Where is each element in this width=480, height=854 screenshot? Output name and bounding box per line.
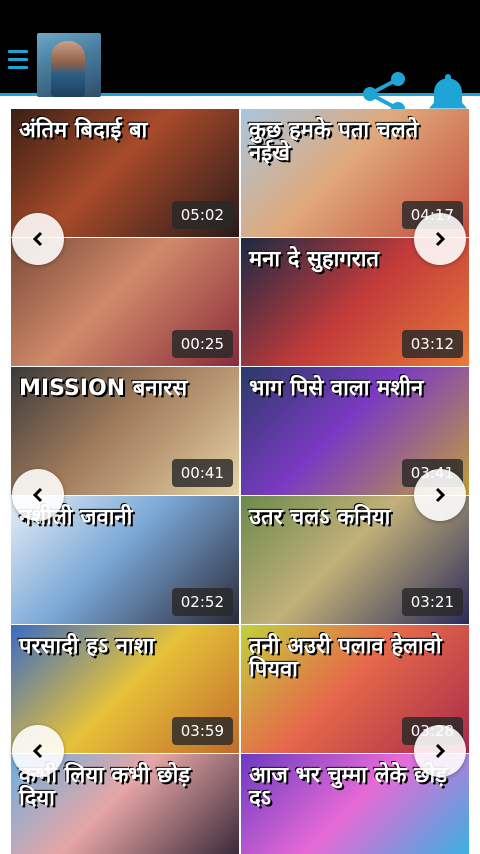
video-title: MISSION बनारस	[19, 376, 188, 401]
video-title: परसादी हऽ नाशा	[19, 634, 155, 659]
video-duration: 00:41	[171, 459, 233, 487]
chevron-right-icon	[435, 231, 446, 247]
video-duration: 05:02	[171, 201, 233, 229]
status-bar	[0, 0, 480, 30]
video-title: तनी अउरी पलाव हेलावो पियवा	[249, 634, 442, 683]
video-title: अंतिम बिदाई बा	[19, 118, 148, 143]
video-duration: 00:25	[171, 330, 233, 358]
prev-button[interactable]	[12, 725, 64, 777]
chevron-right-icon	[435, 487, 446, 503]
video-title: कुछ हमके पता चलते नईखे	[249, 118, 419, 167]
video-title: भाग पिसे वाला मशीन	[249, 376, 424, 401]
video-duration: 03:21	[401, 588, 463, 616]
next-button[interactable]	[414, 725, 466, 777]
chevron-left-icon	[32, 231, 43, 247]
next-button[interactable]	[414, 213, 466, 265]
app-bar	[0, 30, 480, 116]
video-duration: 03:12	[401, 330, 463, 358]
next-button[interactable]	[414, 469, 466, 521]
hamburger-menu-icon[interactable]	[8, 50, 28, 74]
prev-button[interactable]	[12, 469, 64, 521]
prev-button[interactable]	[12, 213, 64, 265]
video-duration: 02:52	[171, 588, 233, 616]
chevron-left-icon	[32, 743, 43, 759]
video-duration: 03:59	[171, 717, 233, 745]
chevron-left-icon	[32, 487, 43, 503]
chevron-right-icon	[435, 743, 446, 759]
app-logo[interactable]	[37, 33, 101, 97]
